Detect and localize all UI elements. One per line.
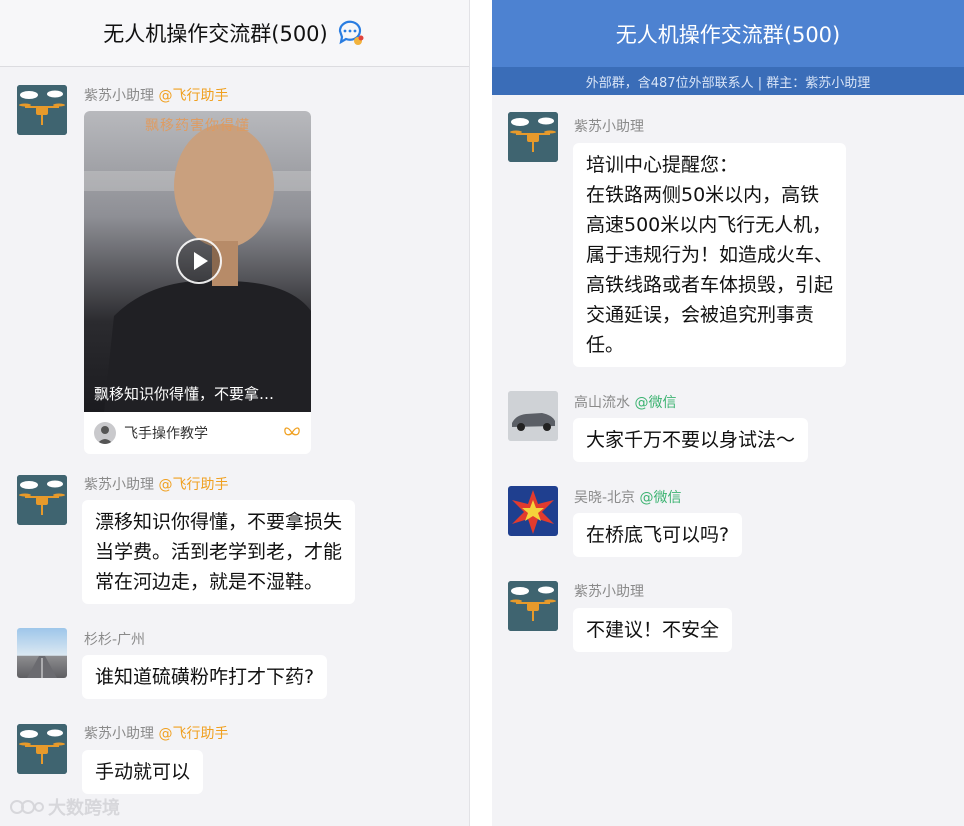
- sender-tag: @飞行助手: [158, 88, 229, 104]
- butterfly-icon: [284, 427, 300, 436]
- avatar[interactable]: [508, 391, 558, 441]
- sender-name: 紫苏小助理: [574, 584, 644, 600]
- message-line: 在铁路两侧50米以内，高铁: [586, 184, 820, 206]
- right-chat-panel: 无人机操作交流群(500) 外部群，含487位外部联系人 | 群主：紫苏小助理 …: [492, 0, 964, 826]
- person-icon: [97, 426, 113, 444]
- message-line: 不建议！不安全: [586, 619, 720, 641]
- avatar[interactable]: [508, 486, 558, 536]
- group-subtitle[interactable]: 外部群，含487位外部联系人 | 群主：紫苏小助理: [492, 67, 964, 95]
- sender-tag: @微信: [634, 395, 677, 411]
- message-line: 当学费。活到老学到老，才能: [95, 541, 343, 563]
- message-sender: 紫苏小助理: [574, 116, 644, 136]
- message-bubble[interactable]: 谁知道硫磺粉咋打才下药?: [82, 655, 328, 699]
- watermark-logo-icon: [10, 800, 44, 814]
- message-line: 高速500米以内飞行无人机，: [586, 214, 832, 236]
- avatar[interactable]: [17, 475, 67, 525]
- sender-name: 高山流水: [574, 395, 630, 411]
- video-thumbnail[interactable]: 飘移药害你得懂 飘移知识你得懂，不要拿…: [84, 111, 311, 412]
- sender-name: 紫苏小助理: [84, 726, 154, 742]
- comic-avatar-icon: [508, 486, 558, 536]
- avatar[interactable]: [508, 112, 558, 162]
- sender-tag: @微信: [639, 490, 682, 506]
- watermark-text: 大数跨境: [48, 798, 120, 819]
- message-bubble[interactable]: 不建议！不安全: [573, 608, 733, 652]
- sender-name: 吴晓-北京: [574, 490, 636, 506]
- video-message-card[interactable]: 飘移药害你得懂 飘移知识你得懂，不要拿… 飞手操作教学: [84, 111, 311, 454]
- sender-name: 杉杉-广州: [84, 632, 146, 648]
- message-bubble[interactable]: 大家千万不要以身试法～: [573, 418, 809, 462]
- message-line: 漂移知识你得懂，不要拿损失: [95, 511, 343, 533]
- right-chat-header: 无人机操作交流群(500): [492, 0, 964, 67]
- drone-avatar-icon: [17, 724, 67, 774]
- message-sender: 紫苏小助理 @飞行助手: [84, 723, 228, 743]
- sender-tag: @飞行助手: [158, 477, 229, 493]
- message-sender: 紫苏小助理 @飞行助手: [84, 85, 228, 105]
- message-line: 任。: [586, 334, 625, 356]
- video-channel-bar[interactable]: 飞手操作教学: [84, 412, 311, 454]
- drone-avatar-icon: [508, 581, 558, 631]
- sender-name: 紫苏小助理: [84, 477, 154, 493]
- drone-avatar-icon: [17, 475, 67, 525]
- message-sender: 紫苏小助理 @飞行助手: [84, 474, 228, 494]
- message-bubble[interactable]: 培训中心提醒您： 在铁路两侧50米以内，高铁 高速500米以内飞行无人机， 属于…: [573, 143, 847, 367]
- channel-name: 飞手操作教学: [124, 426, 208, 442]
- play-button[interactable]: [176, 238, 222, 284]
- road-avatar-icon: [27, 656, 57, 678]
- message-line: 在桥底飞可以吗?: [586, 524, 730, 546]
- message-bubble[interactable]: 手动就可以: [82, 750, 204, 794]
- car-avatar-icon: [508, 391, 558, 441]
- message-bubble[interactable]: 在桥底飞可以吗?: [573, 513, 743, 557]
- group-title: 无人机操作交流群(500): [615, 22, 841, 47]
- message-line: 谁知道硫磺粉咋打才下药?: [95, 666, 315, 688]
- message-line: 常在河边走，就是不湿鞋。: [95, 571, 324, 593]
- watermark: 大数跨境: [10, 794, 120, 820]
- video-watermark: 飘移药害你得懂: [145, 118, 250, 134]
- message-sender: 紫苏小助理: [574, 581, 644, 601]
- video-caption: 飘移知识你得懂，不要拿…: [94, 385, 275, 403]
- chat-bubbles-icon[interactable]: [336, 18, 366, 48]
- message-bubble[interactable]: 漂移知识你得懂，不要拿损失 当学费。活到老学到老，才能 常在河边走，就是不湿鞋。: [82, 500, 356, 604]
- avatar[interactable]: [17, 85, 67, 135]
- drone-avatar-icon: [17, 85, 67, 135]
- play-icon: [194, 252, 208, 270]
- channel-avatar: [94, 422, 116, 444]
- avatar[interactable]: [17, 628, 67, 678]
- message-sender: 吴晓-北京 @微信: [574, 487, 682, 507]
- group-title: 无人机操作交流群(500): [103, 22, 328, 46]
- drone-avatar-icon: [508, 112, 558, 162]
- sender-name: 紫苏小助理: [84, 88, 154, 104]
- avatar[interactable]: [17, 724, 67, 774]
- message-sender: 高山流水 @微信: [574, 392, 676, 412]
- sender-name: 紫苏小助理: [574, 119, 644, 135]
- message-line: 交通延误，会被追究刑事责: [586, 304, 815, 326]
- message-line: 属于违规行为！如造成火车、: [586, 244, 834, 266]
- message-sender: 杉杉-广州: [84, 629, 145, 649]
- message-line: 高铁线路或者车体损毁，引起: [586, 274, 834, 296]
- avatar[interactable]: [508, 581, 558, 631]
- message-line: 手动就可以: [95, 761, 191, 783]
- message-line: 大家千万不要以身试法～: [586, 429, 796, 451]
- panel-divider: [470, 0, 492, 826]
- left-chat-header: 无人机操作交流群(500): [0, 0, 469, 67]
- left-chat-panel: 无人机操作交流群(500) 紫苏小助理 @飞行助手 飘移药害你得懂 飘移知识你得…: [0, 0, 470, 826]
- sender-tag: @飞行助手: [158, 726, 229, 742]
- message-line: 培训中心提醒您：: [586, 154, 739, 176]
